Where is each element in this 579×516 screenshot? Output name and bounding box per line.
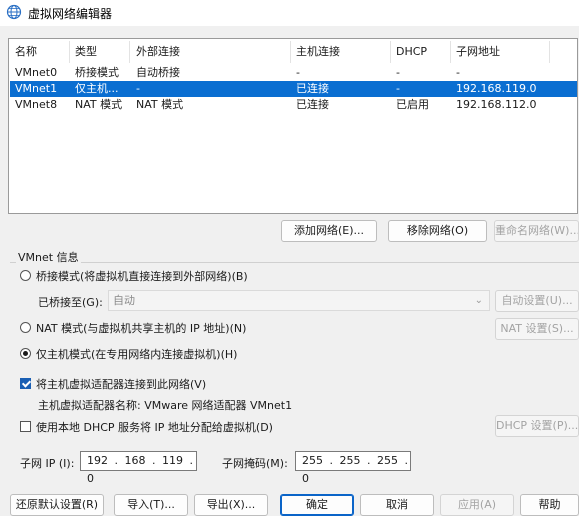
column-header-type[interactable]: 类型 (75, 42, 97, 62)
column-header-name[interactable]: 名称 (15, 42, 37, 62)
table-row[interactable]: VMnet1 仅主机... - 已连接 - 192.168.119.0 (10, 81, 577, 97)
ok-button[interactable]: 确定 (280, 494, 354, 516)
subnet-mask-label: 子网掩码(M): (222, 457, 288, 470)
cell-subnet: 192.168.119.0 (456, 82, 537, 95)
group-divider (10, 262, 579, 263)
subnet-mask-input[interactable]: 255 . 255 . 255 . 0 (295, 451, 411, 485)
bridged-to-select[interactable]: 自动 ⌄ (108, 290, 490, 311)
export-button[interactable]: 导出(X)... (194, 494, 268, 516)
cell-host: 已连接 (296, 82, 329, 95)
restore-defaults-button[interactable]: 还原默认设置(R) (10, 494, 104, 516)
column-header-external[interactable]: 外部连接 (136, 42, 180, 62)
cell-host: - (296, 66, 300, 79)
add-network-button[interactable]: 添加网络(E)... (281, 220, 377, 242)
cell-host: 已连接 (296, 98, 329, 111)
use-dhcp-label[interactable]: 使用本地 DHCP 服务将 IP 地址分配给虚拟机(D) (36, 419, 273, 435)
cell-type: NAT 模式 (75, 98, 123, 111)
adapter-name-text: 主机虚拟适配器名称: VMware 网络适配器 VMnet1 (38, 399, 293, 412)
subnet-ip-label: 子网 IP (I): (20, 457, 75, 470)
cell-dhcp: 已启用 (396, 98, 429, 111)
title-bar: 虚拟网络编辑器 (0, 0, 579, 26)
rename-network-button[interactable]: 重命名网络(W)... (494, 220, 579, 242)
window-title: 虚拟网络编辑器 (28, 7, 113, 21)
hostonly-mode-label[interactable]: 仅主机模式(在专用网络内连接虚拟机)(H) (36, 346, 237, 362)
table-row[interactable]: VMnet0 桥接模式 自动桥接 - - - (10, 65, 577, 81)
import-button[interactable]: 导入(T)... (114, 494, 188, 516)
cell-name: VMnet1 (15, 82, 58, 95)
cell-external: 自动桥接 (136, 66, 180, 79)
auto-settings-button[interactable]: 自动设置(U)... (495, 290, 579, 312)
remove-network-button[interactable]: 移除网络(O) (388, 220, 487, 242)
column-header-subnet[interactable]: 子网地址 (456, 42, 500, 62)
chevron-down-icon: ⌄ (474, 295, 483, 306)
cell-subnet: - (456, 66, 460, 79)
subnet-ip-input[interactable]: 192 . 168 . 119 . 0 (80, 451, 197, 485)
cell-external: NAT 模式 (136, 98, 184, 111)
use-dhcp-checkbox[interactable] (20, 421, 31, 432)
vmnet-info-label: VMnet 信息 (16, 249, 81, 265)
cell-external: - (136, 82, 140, 95)
column-header-host[interactable]: 主机连接 (296, 42, 340, 62)
bridged-mode-radio[interactable] (20, 270, 31, 281)
cell-dhcp: - (396, 82, 400, 95)
cell-subnet: 192.168.112.0 (456, 98, 537, 111)
bridged-mode-label[interactable]: 桥接模式(将虚拟机直接连接到外部网络)(B) (36, 268, 248, 284)
apply-button[interactable]: 应用(A) (440, 494, 514, 516)
cell-type: 桥接模式 (75, 66, 119, 79)
cell-name: VMnet8 (15, 98, 58, 111)
help-button[interactable]: 帮助 (520, 494, 579, 516)
bridged-to-value: 自动 (113, 294, 135, 307)
cell-type: 仅主机... (75, 82, 119, 95)
nat-mode-label[interactable]: NAT 模式(与虚拟机共享主机的 IP 地址)(N) (36, 320, 246, 336)
cancel-button[interactable]: 取消 (360, 494, 434, 516)
dhcp-settings-button[interactable]: DHCP 设置(P)... (495, 415, 579, 437)
column-header-dhcp[interactable]: DHCP (396, 42, 427, 62)
network-table[interactable]: 名称 类型 外部连接 主机连接 DHCP 子网地址 VMnet0 桥接模式 自动… (8, 38, 578, 214)
cell-name: VMnet0 (15, 66, 58, 79)
cell-dhcp: - (396, 66, 400, 79)
hostonly-mode-radio[interactable] (20, 348, 31, 359)
bridged-to-label: 已桥接至(G): (38, 296, 103, 309)
table-row[interactable]: VMnet8 NAT 模式 NAT 模式 已连接 已启用 192.168.112… (10, 97, 577, 113)
network-globe-icon (6, 4, 22, 20)
connect-adapter-label[interactable]: 将主机虚拟适配器连接到此网络(V) (36, 376, 206, 392)
connect-adapter-checkbox[interactable] (20, 378, 31, 389)
nat-settings-button[interactable]: NAT 设置(S)... (495, 318, 579, 340)
nat-mode-radio[interactable] (20, 322, 31, 333)
